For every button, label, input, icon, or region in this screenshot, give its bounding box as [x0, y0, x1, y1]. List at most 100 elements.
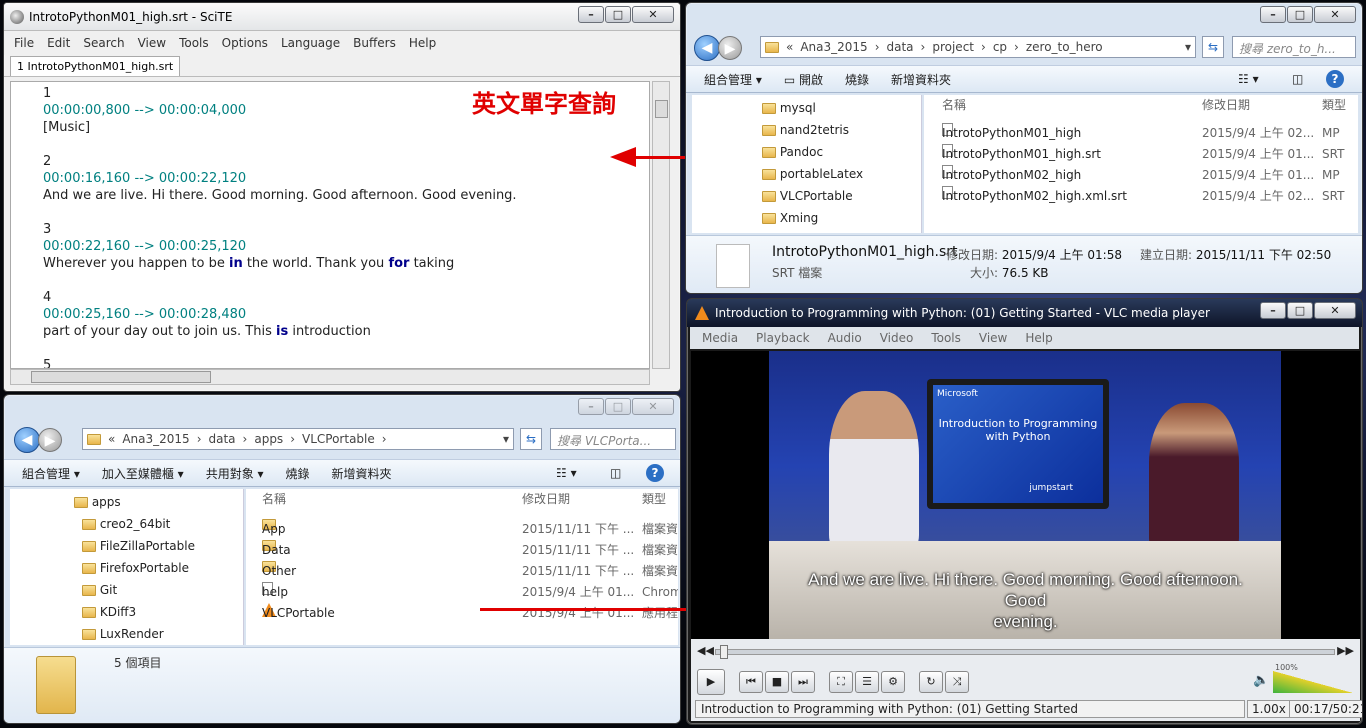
explorer-window-bottom[interactable]: – □ ✕ ◀ ▶ « Ana3_2015 › data › apps › VLCPo…	[3, 394, 681, 724]
refresh-icon[interactable]: ⇆	[1202, 36, 1224, 58]
help-icon[interactable]: ?	[1326, 70, 1344, 88]
organize-button[interactable]: 組合管理 ▾	[22, 465, 80, 482]
nav-item-folder[interactable]: mysql	[762, 97, 921, 119]
nav-item-folder[interactable]: nand2tetris	[762, 119, 921, 141]
address-bar[interactable]: « Ana3_2015 › data › project › cp › zero_to_…	[760, 36, 1196, 58]
menu-video[interactable]: Video	[880, 331, 914, 345]
close-button[interactable]: ✕	[632, 398, 674, 415]
chevron-down-icon[interactable]: ▾	[1185, 40, 1191, 54]
nav-item-folder[interactable]: creo2_64bit	[74, 513, 243, 535]
previous-button[interactable]: ⏮	[739, 671, 763, 693]
minimize-button[interactable]: –	[578, 6, 604, 23]
explorer-window-top[interactable]: – □ ✕ ◀ ▶ « Ana3_2015 › data › project › cp…	[685, 2, 1363, 294]
stop-button[interactable]: ■	[765, 671, 789, 693]
video-area[interactable]: Microsoft Introduction to Programming wi…	[691, 351, 1360, 639]
minimize-button[interactable]: –	[1260, 302, 1286, 319]
preview-pane-icon[interactable]: ◫	[610, 466, 621, 480]
breadcrumb-item[interactable]: project	[932, 40, 974, 54]
close-button[interactable]: ✕	[632, 6, 674, 23]
organize-button[interactable]: 組合管理 ▾	[704, 71, 762, 88]
nav-item-folder[interactable]: Git	[74, 579, 243, 601]
view-options-icon[interactable]: ☷ ▾	[556, 466, 577, 480]
time-display[interactable]: 00:17/50:21	[1289, 700, 1362, 718]
menu-tools[interactable]: Tools	[931, 331, 961, 345]
menu-audio[interactable]: Audio	[828, 331, 862, 345]
nav-item-folder[interactable]: Xming	[762, 207, 921, 229]
breadcrumb-item[interactable]: Ana3_2015	[800, 40, 867, 54]
file-row[interactable]: IntrotoPythonM01_high 2015/9/4 上午 02... MP	[924, 123, 1358, 144]
nav-item-folder[interactable]: FileZillaPortable	[74, 535, 243, 557]
menu-language[interactable]: Language	[281, 36, 340, 50]
scroll-thumb[interactable]	[31, 371, 211, 383]
breadcrumb-item[interactable]: cp	[993, 40, 1007, 54]
menu-playback[interactable]: Playback	[756, 331, 810, 345]
playlist-button[interactable]: ☰	[855, 671, 879, 693]
next-button[interactable]: ⏭	[791, 671, 815, 693]
minimize-button[interactable]: –	[1260, 6, 1286, 23]
share-with-button[interactable]: 共用對象 ▾	[206, 465, 264, 482]
forward-arrow-icon[interactable]: ▶	[718, 36, 742, 60]
burn-button[interactable]: 燒錄	[845, 71, 869, 88]
editor-horizontal-scrollbar[interactable]	[10, 369, 650, 385]
menu-edit[interactable]: Edit	[47, 36, 70, 50]
loop-button[interactable]: ↻	[919, 671, 943, 693]
file-row[interactable]: Other 2015/11/11 下午 ... 檔案資	[246, 561, 678, 582]
maximize-button[interactable]: □	[605, 398, 631, 415]
close-button[interactable]: ✕	[1314, 6, 1356, 23]
back-arrow-icon[interactable]: ◀	[14, 427, 40, 453]
header-type[interactable]: 類型	[1322, 95, 1346, 116]
menu-tools[interactable]: Tools	[179, 36, 209, 50]
header-name[interactable]: 名稱	[942, 95, 966, 116]
nav-item-folder[interactable]: LuxRender	[74, 623, 243, 645]
file-row[interactable]: Data 2015/11/11 下午 ... 檔案資	[246, 540, 678, 561]
shuffle-button[interactable]: ⤨	[945, 671, 969, 693]
close-button[interactable]: ✕	[1314, 302, 1356, 319]
menu-media[interactable]: Media	[702, 331, 738, 345]
tab-srt-file[interactable]: 1 IntrotoPythonM01_high.srt	[10, 56, 181, 76]
breadcrumb-item[interactable]: VLCPortable	[302, 432, 375, 446]
open-button[interactable]: ▭ 開啟	[784, 71, 823, 88]
menu-view[interactable]: View	[138, 36, 166, 50]
search-input[interactable]: 搜尋 zero_to_h...	[1232, 36, 1356, 58]
breadcrumb-item[interactable]: Ana3_2015	[122, 432, 189, 446]
breadcrumb-item[interactable]: data	[209, 432, 236, 446]
playback-speed[interactable]: 1.00x	[1247, 700, 1291, 718]
header-type[interactable]: 類型	[642, 489, 666, 510]
nav-item-folder[interactable]: VLCPortable	[762, 185, 921, 207]
nav-item-folder[interactable]: KDiff3	[74, 601, 243, 623]
editor-vertical-scrollbar[interactable]	[652, 81, 670, 369]
file-row-selected[interactable]: IntrotoPythonM01_high.srt 2015/9/4 上午 01.…	[924, 144, 1358, 165]
back-arrow-icon[interactable]: ◀	[694, 35, 720, 61]
preview-pane-icon[interactable]: ◫	[1292, 72, 1303, 86]
breadcrumb-item[interactable]: apps	[254, 432, 283, 446]
chevron-down-icon[interactable]: ▾	[503, 432, 509, 446]
menu-help[interactable]: Help	[1025, 331, 1052, 345]
address-bar[interactable]: « Ana3_2015 › data › apps › VLCPortable › ▾	[82, 428, 514, 450]
add-to-library-button[interactable]: 加入至媒體櫃 ▾	[102, 465, 184, 482]
menu-search[interactable]: Search	[83, 36, 124, 50]
file-row[interactable]: App 2015/11/11 下午 ... 檔案資	[246, 519, 678, 540]
nav-item-folder[interactable]: FirefoxPortable	[74, 557, 243, 579]
maximize-button[interactable]: □	[1287, 302, 1313, 319]
seek-back-icon[interactable]: ◀◀	[697, 644, 714, 657]
breadcrumb-item[interactable]: zero_to_hero	[1026, 40, 1103, 54]
file-row[interactable]: IntrotoPythonM02_high.xml.srt 2015/9/4 上午…	[924, 186, 1358, 207]
volume-slider[interactable]	[1273, 671, 1353, 693]
file-row-selected[interactable]: VLCPortable 2015/9/4 上午 01... 應用程	[246, 603, 678, 624]
file-row[interactable]: IntrotoPythonM02_high 2015/9/4 上午 01... MP	[924, 165, 1358, 186]
search-input[interactable]: 搜尋 VLCPorta...	[550, 428, 676, 450]
scite-window[interactable]: IntrotoPythonM01_high.srt - SciTE – □ ✕ …	[3, 2, 681, 392]
view-options-icon[interactable]: ☷ ▾	[1238, 72, 1259, 86]
menu-help[interactable]: Help	[409, 36, 436, 50]
extended-settings-button[interactable]: ⚙	[881, 671, 905, 693]
forward-arrow-icon[interactable]: ▶	[38, 428, 62, 452]
header-date[interactable]: 修改日期	[522, 489, 570, 510]
seek-handle[interactable]	[720, 645, 728, 659]
seek-forward-icon[interactable]: ▶▶	[1337, 644, 1354, 657]
refresh-icon[interactable]: ⇆	[520, 428, 542, 450]
header-name[interactable]: 名稱	[262, 489, 286, 510]
new-folder-button[interactable]: 新增資料夾	[891, 71, 951, 88]
scite-editor[interactable]: 1 00:00:00,800 --> 00:00:04,000 [Music] 2 00…	[10, 81, 650, 369]
vlc-window[interactable]: Introduction to Programming with Python:…	[686, 298, 1363, 725]
nav-item-folder[interactable]: portableLatex	[762, 163, 921, 185]
